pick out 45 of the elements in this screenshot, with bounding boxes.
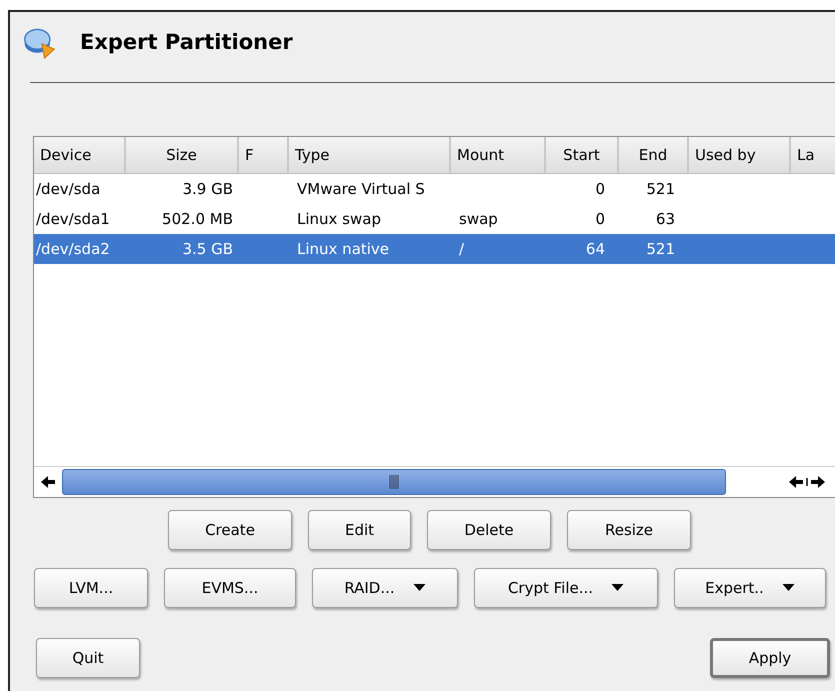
column-header[interactable]: Size (126, 137, 239, 174)
caret-icon (611, 584, 624, 592)
table-cell-text: / (458, 239, 466, 260)
button[interactable]: Crypt File... (474, 568, 658, 608)
button[interactable]: Create (168, 510, 292, 550)
button[interactable]: Edit (308, 510, 411, 550)
table-cell-text: 0 (594, 179, 606, 200)
table-cell-text: swap (458, 209, 499, 230)
table-cell-text: 3.9 GB (181, 179, 234, 200)
scrollbar-thumb[interactable] (62, 469, 726, 495)
column-header[interactable]: End (619, 137, 689, 174)
column-header[interactable]: Start (546, 137, 619, 174)
table-cell-text: 3.5 GB (181, 239, 234, 260)
button[interactable]: LVM... (34, 568, 148, 608)
window-title: Expert Partitioner (80, 30, 293, 54)
table-cell-text: /dev/sda2 (35, 239, 111, 260)
button[interactable]: Expert.. (674, 568, 826, 608)
table-cell-text: /dev/sda1 (35, 209, 111, 230)
button[interactable]: Apply (710, 638, 830, 678)
button[interactable]: EVMS... (164, 568, 296, 608)
caret-icon (782, 584, 795, 592)
table-row[interactable]: /dev/sda 3.9 GB VMware Virtual S 0 521 (34, 174, 835, 204)
column-header[interactable]: Type (289, 137, 451, 174)
column-header[interactable]: Device (34, 137, 126, 174)
table-cell-text: VMware Virtual S (296, 179, 426, 200)
column-header[interactable]: La (791, 137, 835, 174)
table-cell-text: 64 (584, 239, 606, 260)
table-cell-text: 502.0 MB (161, 209, 234, 230)
column-header[interactable]: Mount (451, 137, 546, 174)
column-header[interactable]: F (239, 137, 289, 174)
column-header[interactable]: Used by (689, 137, 791, 174)
table-row[interactable]: /dev/sda1 502.0 MB Linux swap swap 0 63 (34, 204, 835, 234)
table-cell-text: Linux swap (296, 209, 382, 230)
button[interactable]: RAID... (312, 568, 458, 608)
table-cell-text: Linux native (296, 239, 390, 260)
table-cell-text: 521 (645, 179, 676, 200)
table-cell-text: 0 (594, 209, 606, 230)
table-cell-text: 521 (645, 239, 676, 260)
button[interactable]: Resize (567, 510, 691, 550)
caret-icon (412, 584, 426, 592)
button[interactable]: Quit (36, 638, 140, 678)
table-row[interactable]: /dev/sda2 3.5 GB Linux native / 64 521 (34, 234, 835, 264)
table-cell-text: /dev/sda (35, 179, 102, 200)
table-cell-text: 63 (654, 209, 676, 230)
button[interactable]: Delete (427, 510, 551, 550)
